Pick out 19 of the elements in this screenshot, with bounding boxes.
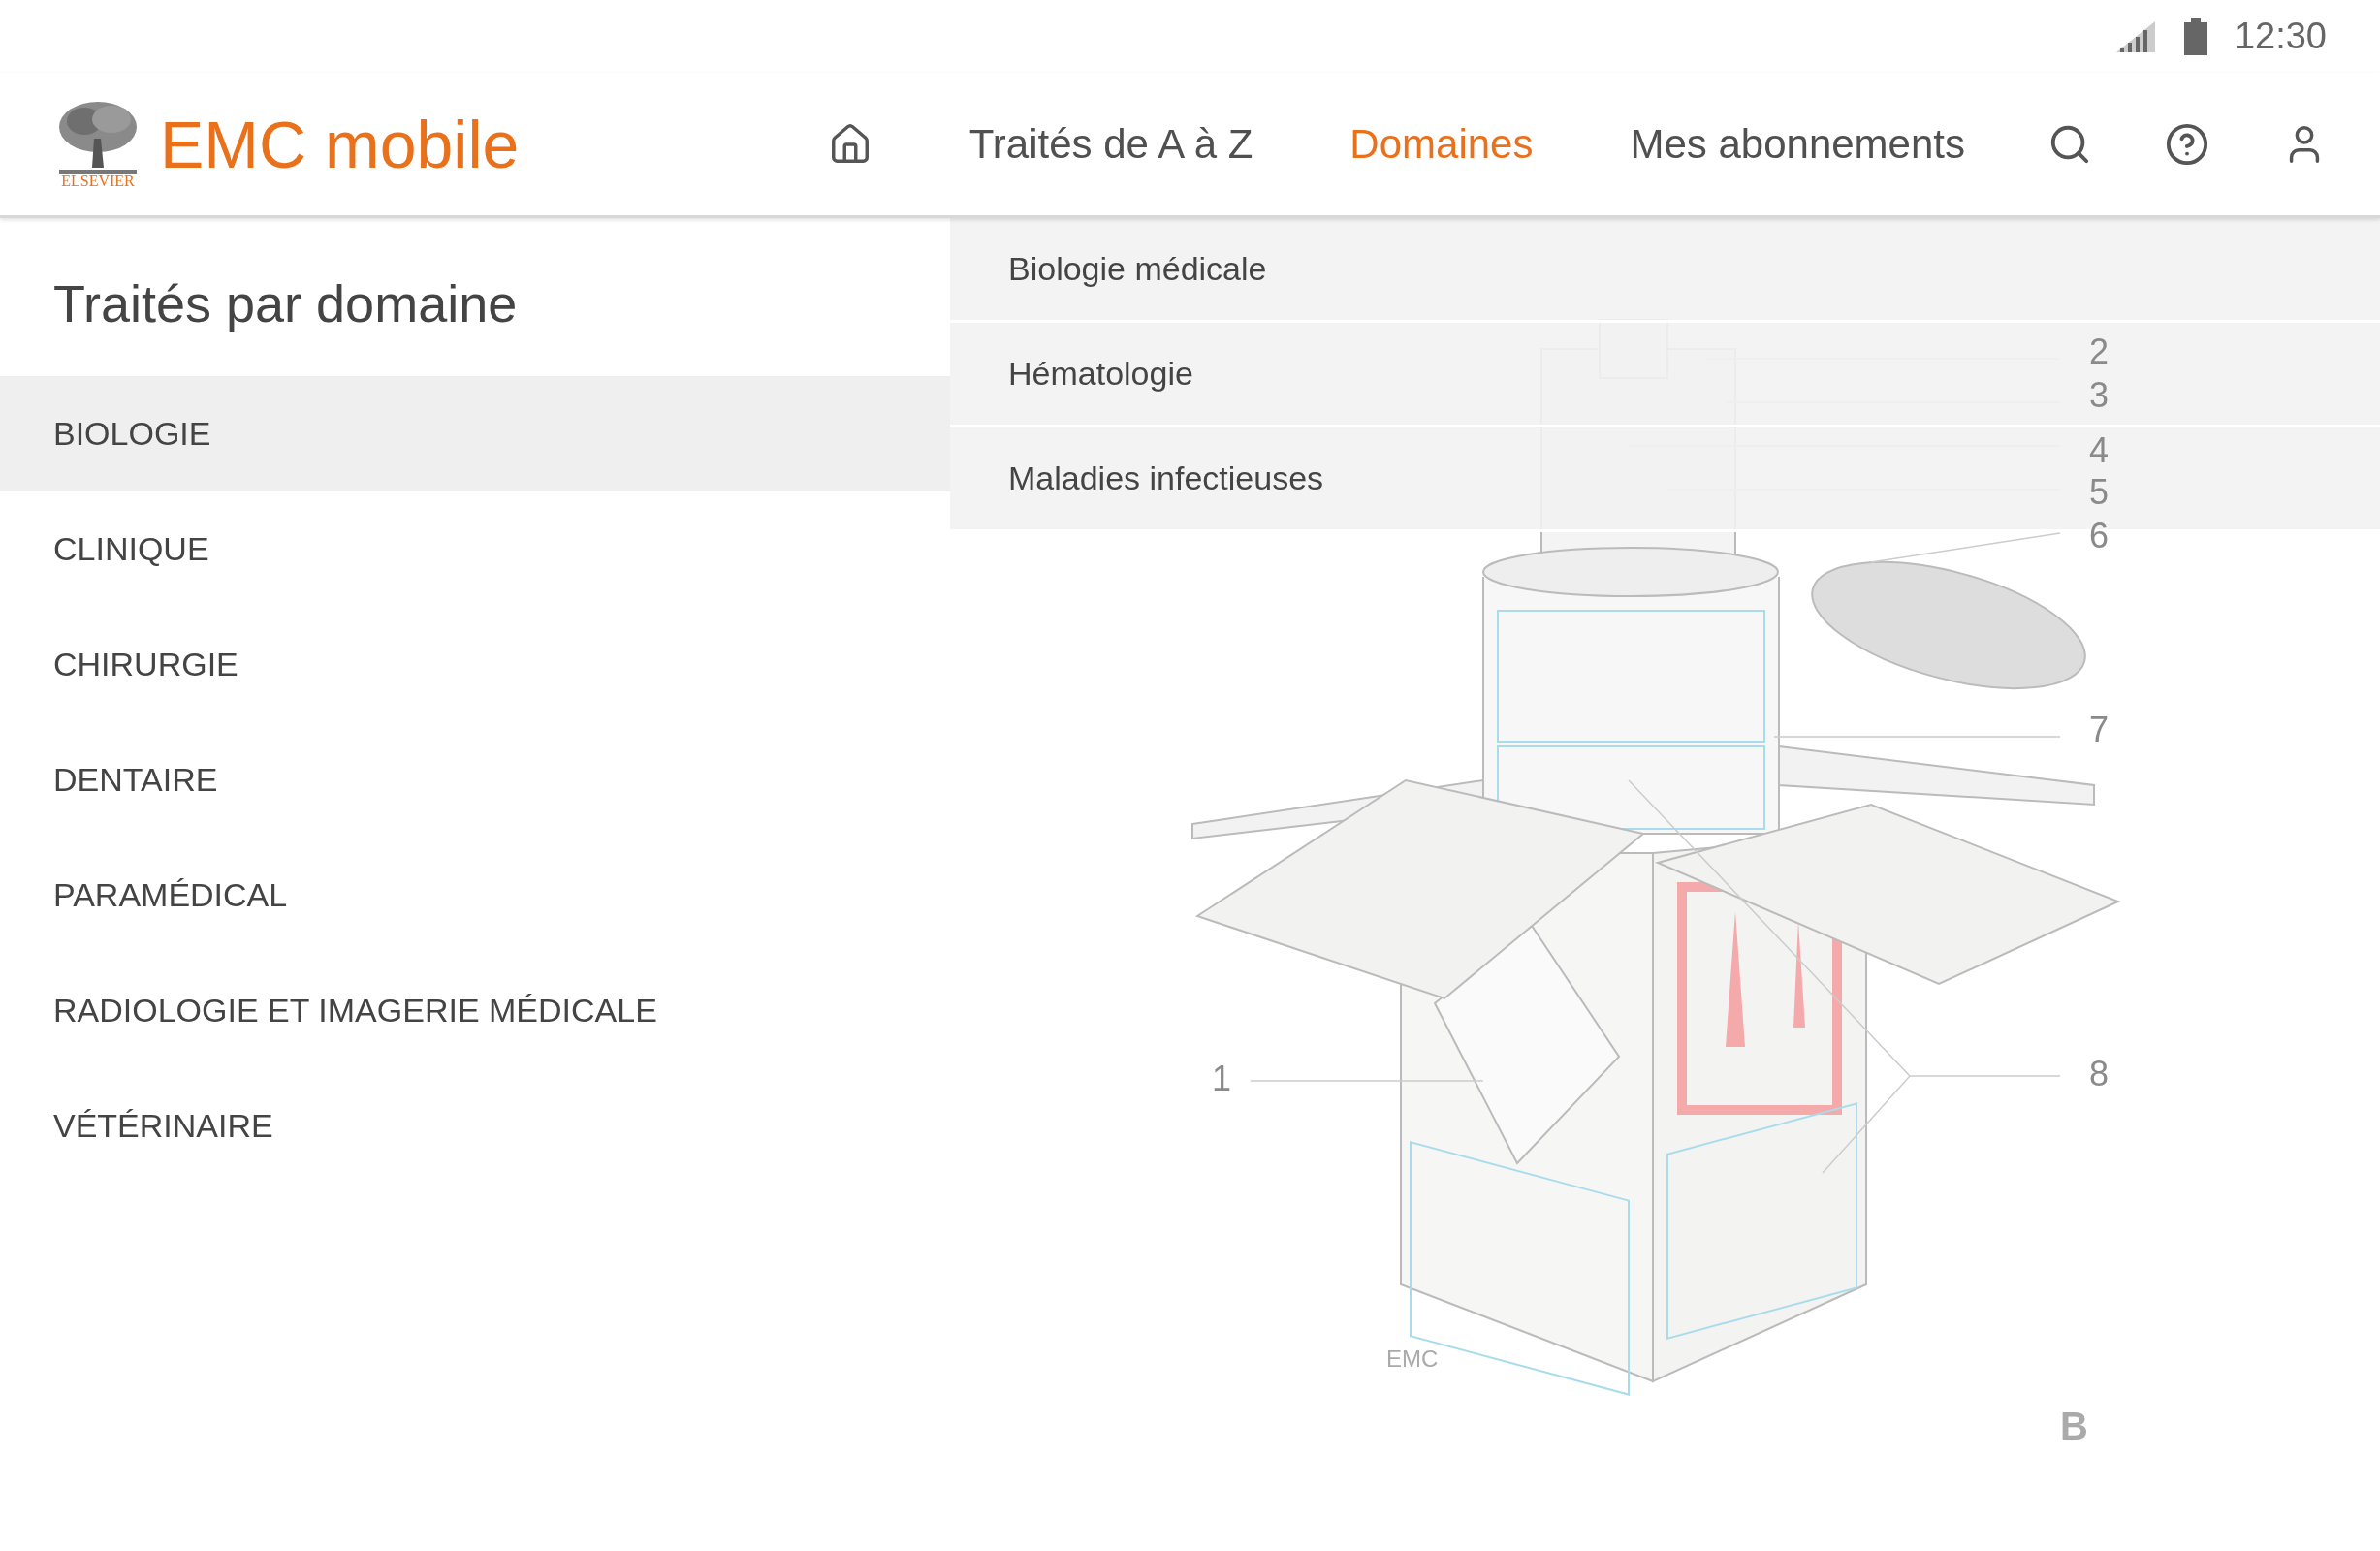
callout-number: 3 — [2089, 375, 2110, 415]
signature: EMC — [1386, 1345, 1439, 1372]
help-icon[interactable] — [2165, 121, 2209, 167]
domain-item[interactable]: BIOLOGIE — [0, 375, 950, 491]
callout-number: 2 — [2089, 332, 2110, 371]
battery-icon — [2183, 17, 2207, 55]
callout-number: 8 — [2089, 1054, 2110, 1093]
callout-number: 4 — [2089, 430, 2110, 470]
callout-number: 5 — [2089, 472, 2110, 512]
publisher-name: ELSEVIER — [61, 173, 135, 189]
section-title: Traités par domaine — [52, 273, 519, 334]
callout-number: 1 — [1212, 1059, 1232, 1098]
nav-link[interactable]: Mes abonnements — [1630, 113, 1965, 174]
app-title: EMC mobile — [160, 106, 520, 183]
nav-link[interactable]: Traités de A à Z — [968, 113, 1253, 174]
callout-number: 7 — [2089, 710, 2110, 749]
subdomain-item[interactable]: Biologie médicale — [950, 218, 2380, 323]
status-time: 12:30 — [2234, 15, 2327, 58]
panel-letter: B — [2060, 1405, 2088, 1447]
